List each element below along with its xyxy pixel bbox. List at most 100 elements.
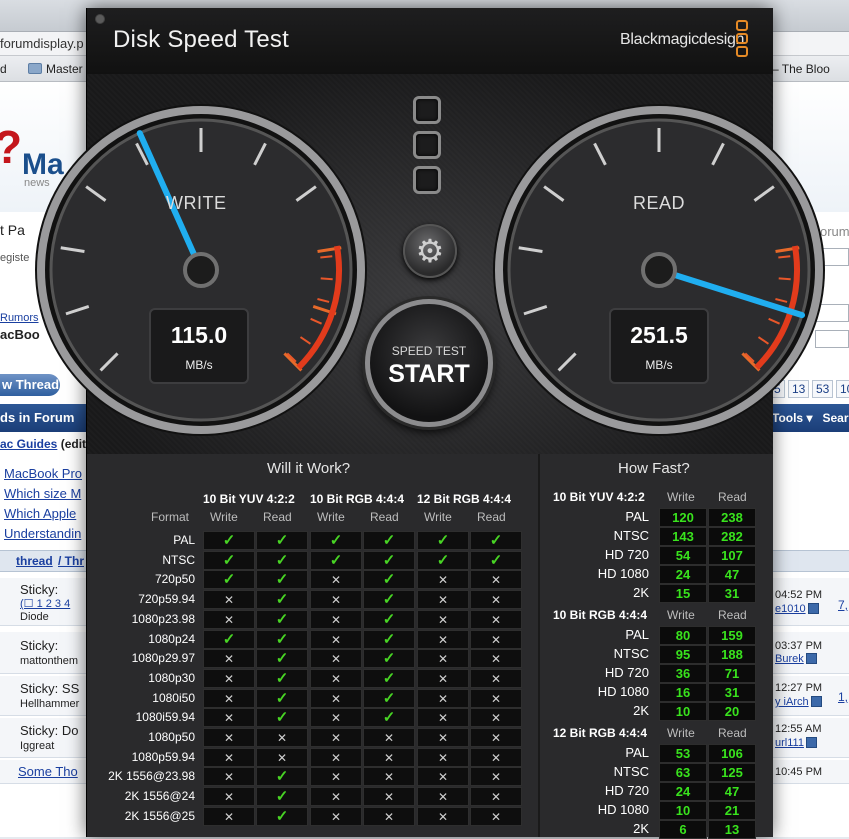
cross-icon: ✕ <box>256 728 308 747</box>
read-speed-unit: MB/s <box>645 358 673 372</box>
format-name: 1080p50 <box>148 730 195 744</box>
check-icon: ✓ <box>203 629 255 649</box>
sort-starter-link[interactable]: / Thr <box>58 554 84 568</box>
go-to-last-post-icon[interactable] <box>810 696 822 707</box>
fps-write-value: 63 <box>659 763 707 782</box>
how-fast-title: How Fast? <box>618 460 690 477</box>
format-row: 1080p24 ✓ ✓ ✕ ✓ ✕ ✕ <box>95 629 523 649</box>
cross-icon: ✕ <box>310 668 362 688</box>
bookmark-item[interactable]: d <box>0 62 7 76</box>
bookmark-folder[interactable]: Master <box>28 62 83 76</box>
read-readout: 251.5 MB/s <box>609 308 709 384</box>
format-name: NTSC <box>162 552 195 567</box>
cross-icon: ✕ <box>470 708 522 728</box>
thread-pages[interactable]: (☐ 1 2 3 4 <box>20 597 70 610</box>
format-row: 1080p29.97 ✕ ✓ ✕ ✓ ✕ ✕ <box>95 649 523 669</box>
format-name: 1080i59.94 <box>135 710 195 725</box>
go-to-last-post-icon[interactable] <box>805 653 817 664</box>
fps-format: NTSC <box>613 646 649 661</box>
last-post-time: 12:27 PM <box>775 682 823 694</box>
write-needle-hub <box>183 252 219 288</box>
fps-write-value: 6 <box>659 820 707 839</box>
check-icon: ✓ <box>256 649 308 669</box>
check-icon: ✓ <box>256 590 308 610</box>
cross-icon: ✕ <box>417 629 469 649</box>
column-header: Read <box>263 510 292 524</box>
close-button[interactable] <box>95 14 105 24</box>
cross-icon: ✕ <box>310 609 362 629</box>
fps-write-value: 24 <box>659 565 707 584</box>
last-post-by[interactable]: e1010 <box>775 603 819 615</box>
write-column-header: Write <box>667 726 695 740</box>
blackmagic-logo-icon <box>736 20 748 59</box>
check-icon: ✓ <box>363 668 415 688</box>
fps-format: HD 1080 <box>597 802 649 817</box>
reply-count[interactable]: 7, <box>838 598 848 612</box>
thread-title[interactable]: Some Tho <box>18 764 78 779</box>
thread-link[interactable]: Understandin <box>4 526 81 541</box>
format-row: NTSC ✓ ✓ ✓ ✓ ✓ ✓ <box>95 550 523 570</box>
fps-row: PAL 53 106 <box>553 744 763 763</box>
fps-write-value: 24 <box>659 782 707 801</box>
cross-icon: ✕ <box>310 708 362 728</box>
fps-format: HD 1080 <box>597 684 649 699</box>
bookmark-item[interactable]: – The Bloo <box>772 62 830 76</box>
last-post-by[interactable]: url111 <box>775 737 817 749</box>
cross-icon: ✕ <box>363 767 415 787</box>
write-speed-unit: MB/s <box>185 358 213 372</box>
column-header: Write <box>210 510 238 524</box>
cross-icon: ✕ <box>256 747 308 767</box>
format-row: 2K 1556@25 ✕ ✓ ✕ ✕ ✕ ✕ <box>95 806 523 826</box>
sort-thread-link[interactable]: thread <box>16 554 53 568</box>
format-row: 1080p30 ✕ ✓ ✕ ✓ ✕ ✕ <box>95 668 523 688</box>
fps-row: NTSC 143 282 <box>553 527 763 546</box>
thread-author: Hellhammer <box>20 698 80 710</box>
check-icon: ✓ <box>256 609 308 629</box>
last-post-by[interactable]: y iArch <box>775 696 822 708</box>
thread-title: Sticky: Do <box>20 723 79 738</box>
cross-icon: ✕ <box>310 747 362 767</box>
last-post-time: 12:55 AM <box>775 723 822 735</box>
last-post-by[interactable]: Burek <box>775 653 817 665</box>
go-to-last-post-icon[interactable] <box>805 737 817 748</box>
settings-button[interactable]: ⚙ <box>403 224 457 278</box>
page-link[interactable]: 10 <box>836 380 849 398</box>
column-header: Write <box>424 510 452 524</box>
start-button[interactable]: SPEED TEST START <box>365 299 493 427</box>
gauge-redline-tick <box>778 255 791 259</box>
format-row: 1080p50 ✕ ✕ ✕ ✕ ✕ ✕ <box>95 728 523 747</box>
check-icon: ✓ <box>203 531 255 550</box>
fps-row: 2K 15 31 <box>553 584 763 603</box>
go-to-last-post-icon[interactable] <box>807 603 819 614</box>
title-bar: Disk Speed Test Blackmagicdesign <box>87 8 773 74</box>
read-needle-hub <box>641 252 677 288</box>
fps-read-value: 47 <box>708 565 756 584</box>
last-post-time: 10:45 PM <box>775 766 823 778</box>
cross-icon: ✕ <box>417 649 469 669</box>
check-icon: ✓ <box>310 550 362 570</box>
write-label: WRITE <box>166 193 227 213</box>
cross-icon: ✕ <box>203 806 255 826</box>
reply-count[interactable]: 1, <box>838 690 848 704</box>
check-icon: ✓ <box>363 629 415 649</box>
fps-format: 2K <box>633 821 649 836</box>
fps-write-value: 80 <box>659 626 707 645</box>
cross-icon: ✕ <box>310 787 362 807</box>
thread-link[interactable]: MacBook Pro <box>4 466 82 481</box>
cross-icon: ✕ <box>417 767 469 787</box>
app-title: Disk Speed Test <box>113 26 289 53</box>
check-icon: ✓ <box>256 806 308 826</box>
format-row: 1080p23.98 ✕ ✓ ✕ ✓ ✕ ✕ <box>95 609 523 629</box>
fps-row: NTSC 95 188 <box>553 645 763 664</box>
cross-icon: ✕ <box>203 649 255 669</box>
cross-icon: ✕ <box>203 688 255 708</box>
fps-write-value: 53 <box>659 744 707 763</box>
fps-read-value: 238 <box>708 508 756 527</box>
gauge-redline-tick <box>320 255 333 259</box>
thread-link[interactable]: Which Apple <box>4 506 76 521</box>
fps-write-value: 54 <box>659 546 707 565</box>
thread-link[interactable]: Which size M <box>4 486 81 501</box>
format-name: 1080p30 <box>148 670 195 685</box>
check-icon: ✓ <box>470 550 522 570</box>
fps-write-value: 143 <box>659 527 707 546</box>
